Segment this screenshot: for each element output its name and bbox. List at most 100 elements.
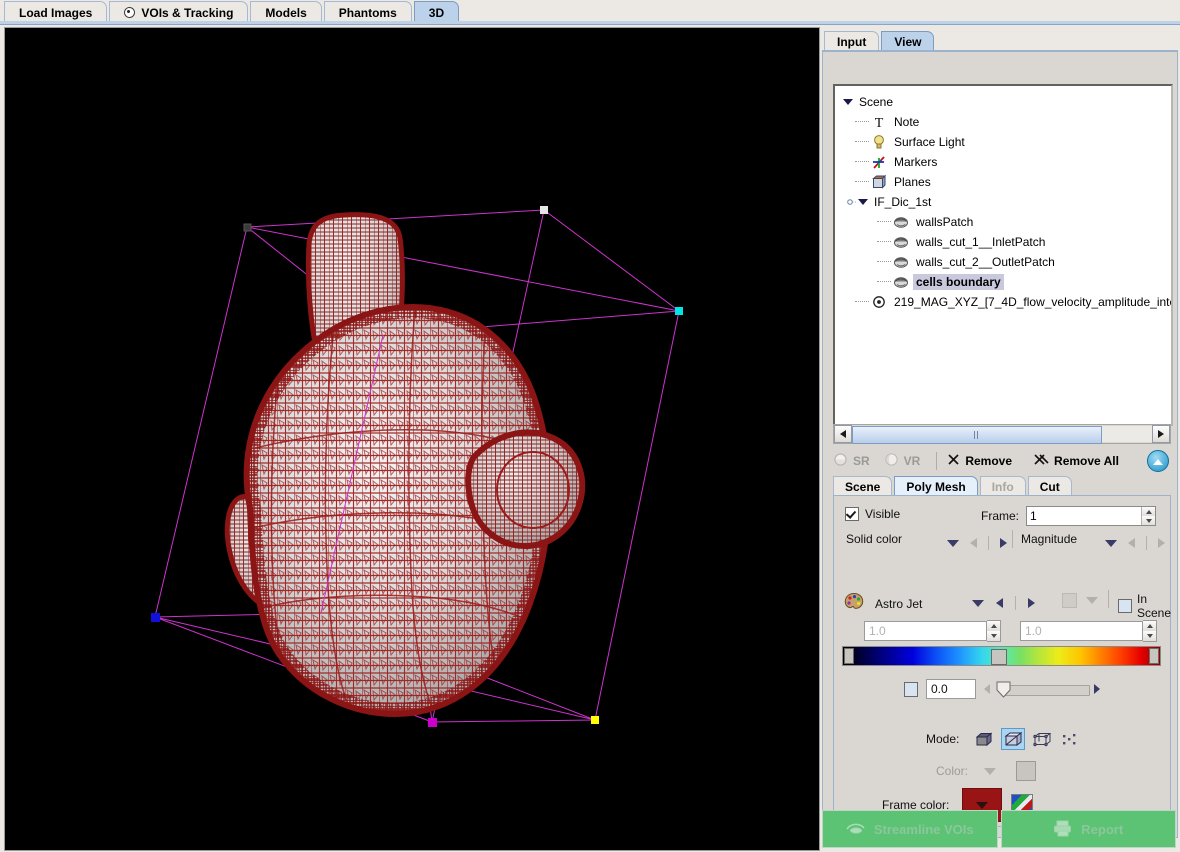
- mode-wireframe-box-button[interactable]: [1031, 729, 1053, 749]
- frame-spin-down[interactable]: [1142, 516, 1156, 525]
- tab-cut[interactable]: Cut: [1027, 476, 1072, 496]
- tree-item-if-dic-1st[interactable]: IF_Dic_1st: [841, 192, 1171, 212]
- 3d-viewport[interactable]: [4, 27, 820, 851]
- report-button[interactable]: Report: [1000, 810, 1176, 848]
- tab-phantoms[interactable]: Phantoms: [323, 1, 412, 23]
- tab-info[interactable]: Info: [979, 476, 1026, 496]
- color-mode-controls: [947, 536, 1007, 550]
- tab-input[interactable]: Input: [824, 31, 880, 51]
- mode-points-button[interactable]: [1059, 729, 1081, 749]
- range-min-field[interactable]: 1.0: [864, 621, 987, 641]
- threshold-field[interactable]: 0.0: [926, 679, 976, 699]
- tab-3d[interactable]: 3D: [413, 1, 460, 23]
- frame-color-dropdown-icon[interactable]: [976, 801, 989, 809]
- tab-view[interactable]: View: [881, 31, 935, 51]
- tab-poly-mesh[interactable]: Poly Mesh: [894, 476, 978, 496]
- range-max-spin[interactable]: [1143, 620, 1157, 642]
- threshold-value: 0.0: [931, 682, 948, 696]
- color-mode-next-icon[interactable]: [1000, 538, 1007, 548]
- tab-models[interactable]: Models: [250, 1, 322, 23]
- scroll-right-button[interactable]: [1152, 425, 1170, 443]
- frame-spin-up[interactable]: [1142, 507, 1156, 516]
- scroll-track[interactable]: [852, 426, 1152, 444]
- remove-button[interactable]: Remove: [947, 453, 1012, 469]
- expand-triangle-icon[interactable]: [858, 199, 868, 205]
- tree-item-walls-cut-2-outletpatch[interactable]: walls_cut_2__OutletPatch: [841, 252, 1171, 272]
- color-mode-dropdown-icon[interactable]: [947, 539, 959, 547]
- colormap-high-handle[interactable]: [1149, 648, 1159, 664]
- corner-handle-blue: [151, 613, 160, 622]
- tab-3d-label: 3D: [428, 5, 445, 20]
- palette-icon[interactable]: [844, 592, 864, 615]
- color-mode-prev-icon[interactable]: [970, 538, 977, 548]
- tab-load-images[interactable]: Load Images: [4, 1, 108, 23]
- vr-button[interactable]: VR: [884, 452, 920, 470]
- range-max-field[interactable]: 1.0: [1020, 621, 1143, 641]
- threshold-slider-thumb[interactable]: [996, 681, 1011, 698]
- sr-button[interactable]: SR: [833, 452, 870, 470]
- frame-input[interactable]: [1027, 508, 1142, 524]
- component-row: Magnitude: [1021, 532, 1077, 546]
- threshold-checkbox[interactable]: [904, 681, 918, 697]
- component-next-icon[interactable]: [1158, 538, 1165, 548]
- corner-handle-magenta: [428, 718, 437, 727]
- colormap-extra-button[interactable]: [1062, 593, 1077, 608]
- visible-checkbox[interactable]: [845, 507, 859, 521]
- mode-solid-box-button[interactable]: [973, 729, 995, 749]
- remove-all-button[interactable]: Remove All: [1034, 453, 1119, 469]
- color-dropdown-icon[interactable]: [984, 767, 997, 775]
- view-panel-body: Scene T Note Surface Light Markers Plane…: [822, 50, 1178, 838]
- colormap-prev-icon[interactable]: [996, 598, 1003, 608]
- tree-item-walls-cut-1-inletpatch[interactable]: walls_cut_1__InletPatch: [841, 232, 1171, 252]
- colormap-low-handle[interactable]: [844, 648, 854, 664]
- range-min-up[interactable]: [987, 621, 1000, 631]
- report-label: Report: [1081, 821, 1124, 837]
- tab-cut-label: Cut: [1039, 479, 1060, 494]
- scroll-thumb[interactable]: [852, 426, 1102, 444]
- mesh-icon: [893, 234, 909, 250]
- shaded-box-icon: [1004, 731, 1023, 746]
- range-max-down[interactable]: [1143, 631, 1156, 641]
- frame-spin-buttons[interactable]: [1141, 507, 1156, 525]
- colormap-bar[interactable]: [842, 646, 1161, 666]
- colormap-dropdown-icon[interactable]: [972, 599, 984, 607]
- range-max-up[interactable]: [1143, 621, 1156, 631]
- tree-item-wallspatch[interactable]: wallsPatch: [841, 212, 1171, 232]
- color-swatch[interactable]: [1016, 761, 1037, 781]
- mode-shaded-box-button[interactable]: [1001, 728, 1026, 750]
- tree-item-219-mag-xyz[interactable]: 219_MAG_XYZ_[7_4D_flow_velocity_amplitud…: [841, 292, 1171, 312]
- threshold-slider[interactable]: [996, 681, 1090, 698]
- range-min-spin[interactable]: [987, 620, 1001, 642]
- streamline-vois-button[interactable]: Streamline VOIs: [822, 810, 998, 848]
- colormap-mid-handle[interactable]: [991, 649, 1007, 665]
- tree-item-surface-light[interactable]: Surface Light: [841, 132, 1171, 152]
- collapse-up-icon[interactable]: [1147, 450, 1169, 472]
- tree-connector: [877, 221, 891, 223]
- tree-item-cells-boundary[interactable]: cells boundary: [841, 272, 1171, 292]
- tab-phantoms-label: Phantoms: [338, 5, 397, 20]
- tab-vois-tracking[interactable]: VOIs & Tracking: [109, 1, 249, 23]
- corner-handle-dark: [243, 223, 252, 232]
- colormap-extra-dropdown-icon[interactable]: [1086, 597, 1098, 604]
- in-scene-checkbox[interactable]: [1118, 599, 1132, 613]
- colormap-next-icon[interactable]: [1028, 598, 1035, 608]
- expand-triangle-icon[interactable]: [843, 99, 853, 105]
- tree-item-note[interactable]: T Note: [841, 112, 1171, 132]
- frame-spinner[interactable]: [1026, 506, 1157, 526]
- text-note-icon: T: [871, 114, 887, 131]
- scene-tree[interactable]: Scene T Note Surface Light Markers Plane…: [833, 84, 1173, 426]
- range-min-down[interactable]: [987, 631, 1000, 641]
- tree-expand-handle[interactable]: [847, 197, 858, 208]
- tree-item-markers[interactable]: Markers: [841, 152, 1171, 172]
- tree-item-scene[interactable]: Scene: [841, 92, 1171, 112]
- threshold-next-icon[interactable]: [1094, 684, 1100, 694]
- component-value: Magnitude: [1021, 532, 1078, 546]
- scroll-left-button[interactable]: [834, 425, 852, 443]
- tree-horizontal-scrollbar[interactable]: [833, 424, 1171, 444]
- tree-item-planes[interactable]: Planes: [841, 172, 1171, 192]
- threshold-prev-icon[interactable]: [984, 684, 990, 694]
- points-icon: [1063, 733, 1076, 744]
- component-dropdown-icon[interactable]: [1105, 539, 1117, 547]
- component-prev-icon[interactable]: [1128, 538, 1135, 548]
- tab-scene[interactable]: Scene: [833, 476, 893, 496]
